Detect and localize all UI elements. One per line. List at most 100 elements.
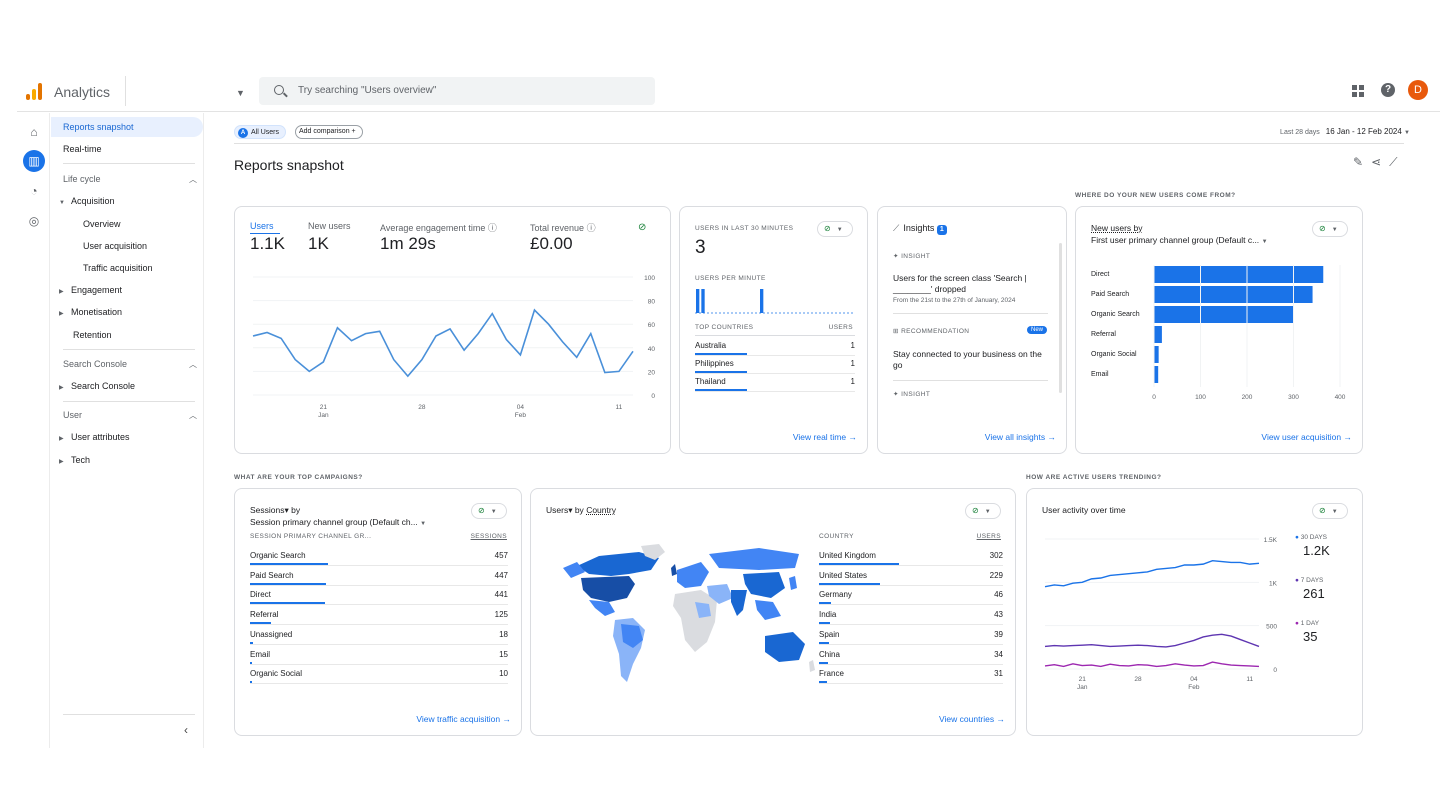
- metric-revenue-label[interactable]: Total revenue ⓘ: [530, 221, 596, 234]
- nav-engagement[interactable]: ▶ Engagement: [59, 285, 122, 295]
- help-icon[interactable]: ?: [1381, 83, 1395, 97]
- x-tick-label: 0: [1152, 394, 1156, 401]
- search-bar[interactable]: Try searching "Users overview": [259, 77, 655, 105]
- campaigns-card: Sessions▾ by Session primary channel gro…: [234, 488, 522, 736]
- account-selector[interactable]: [125, 76, 235, 106]
- country-row[interactable]: United States 229: [819, 571, 1003, 580]
- avatar[interactable]: D: [1408, 80, 1428, 100]
- view-countries-text: View countries: [939, 714, 995, 724]
- nav-traffic-acquisition[interactable]: Traffic acquisition: [83, 263, 153, 273]
- share-icon[interactable]: ⋖: [1371, 155, 1389, 169]
- country-title[interactable]: Users▾ by Country: [546, 505, 616, 516]
- section-heading-active-users: HOW ARE ACTIVE USERS TRENDING?: [1026, 474, 1162, 481]
- explore-icon[interactable]: ◔: [23, 180, 45, 202]
- nav-retention[interactable]: Retention: [73, 330, 112, 340]
- check-circle-icon[interactable]: ⊘: [638, 222, 646, 233]
- country-row[interactable]: Spain 39: [819, 630, 1003, 639]
- campaign-row[interactable]: Unassigned 18: [250, 630, 508, 639]
- new-users-dimension[interactable]: First user primary channel group (Defaul…: [1091, 235, 1268, 245]
- apps-grid-icon[interactable]: [1352, 85, 1364, 97]
- bar-category-label: Email: [1091, 371, 1109, 378]
- country-row[interactable]: United Kingdom 302: [819, 551, 1003, 560]
- target-icon[interactable]: ◎: [23, 210, 45, 232]
- campaign-row[interactable]: Organic Social 10: [250, 669, 508, 678]
- chevron-up-icon[interactable]: ︿: [189, 410, 197, 421]
- nav-monetisation[interactable]: ▶ Monetisation: [59, 307, 122, 317]
- nav-section-lifecycle[interactable]: Life cycle: [63, 174, 101, 184]
- view-realtime-link[interactable]: View real time →: [793, 432, 857, 442]
- account-caret-icon[interactable]: ▼: [236, 88, 245, 98]
- home-icon[interactable]: ⌂: [23, 121, 45, 143]
- all-users-chip[interactable]: A All Users: [234, 125, 287, 139]
- view-all-insights-link[interactable]: View all insights →: [985, 432, 1056, 442]
- new-users-title[interactable]: New users by: [1091, 223, 1143, 233]
- view-countries-link[interactable]: View countries →: [939, 714, 1005, 724]
- nav-section-user[interactable]: User: [63, 410, 82, 420]
- edit-icon[interactable]: ✎: [1353, 155, 1371, 169]
- campaigns-dimension[interactable]: Session primary channel group (Default c…: [250, 517, 426, 527]
- country-row-label: United Kingdom: [819, 551, 876, 560]
- users-header: USERS: [828, 324, 853, 331]
- view-user-acquisition-link[interactable]: View user acquisition →: [1261, 432, 1352, 442]
- scrollbar[interactable]: [1059, 243, 1062, 393]
- country-row-value: 34: [994, 649, 1003, 659]
- chevron-up-icon[interactable]: ︿: [189, 359, 197, 370]
- bar-chart-icon[interactable]: ▥: [23, 150, 45, 172]
- campaign-row[interactable]: Paid Search 447: [250, 571, 508, 580]
- user-activity-card: User activity over time ⊘ ▼ 0 500 1K 1.5K 21 J…: [1026, 488, 1363, 736]
- recommendation-text[interactable]: Stay connected to your business on the g…: [893, 349, 1051, 371]
- realtime-country-row[interactable]: Philippines 1: [695, 359, 855, 368]
- compare-button[interactable]: ⊘ ▼: [1312, 503, 1348, 519]
- bar-category-label: Direct: [1091, 271, 1109, 278]
- country-row[interactable]: France 31: [819, 669, 1003, 678]
- metric-users-label[interactable]: Users: [250, 221, 274, 231]
- country-row[interactable]: Germany 46: [819, 590, 1003, 599]
- nav-realtime[interactable]: Real-time: [63, 144, 102, 154]
- campaign-row[interactable]: Direct 441: [250, 590, 508, 599]
- sessions-col-header[interactable]: SESSIONS: [471, 533, 507, 540]
- compare-button[interactable]: ⊘ ▼: [471, 503, 507, 519]
- world-map: [563, 544, 815, 682]
- country-row-value: 31: [994, 669, 1003, 679]
- campaigns-title[interactable]: Sessions▾ by: [250, 505, 300, 516]
- realtime-country-row[interactable]: Thailand 1: [695, 377, 855, 386]
- add-comparison-button[interactable]: Add comparison +: [295, 125, 363, 139]
- nav-user-attributes[interactable]: ▶ User attributes: [59, 432, 130, 442]
- country-row[interactable]: India 43: [819, 610, 1003, 619]
- campaign-row[interactable]: Email 15: [250, 650, 508, 659]
- campaign-row-label: Organic Search: [250, 551, 306, 560]
- metric-engagement-label[interactable]: Average engagement time ⓘ: [380, 221, 497, 234]
- legend-label: ● 30 DAYS: [1295, 534, 1328, 541]
- chevron-up-icon[interactable]: ︿: [189, 174, 197, 185]
- realtime-country-row[interactable]: Australia 1: [695, 341, 855, 350]
- add-comparison-label: Add comparison: [299, 128, 350, 135]
- metric-new-users-label[interactable]: New users: [308, 221, 351, 231]
- row-divider: [695, 391, 855, 392]
- compare-button[interactable]: ⊘ ▼: [1312, 221, 1348, 237]
- campaigns-table: Organic Search 457 Paid Search 447 Direct 441…: [250, 551, 508, 691]
- nav-overview[interactable]: Overview: [83, 219, 121, 229]
- collapse-nav-icon[interactable]: ‹: [184, 723, 188, 737]
- top-countries-header: TOP COUNTRIES: [695, 324, 754, 331]
- view-traffic-acquisition-link[interactable]: View traffic acquisition →: [416, 714, 511, 724]
- caret-down-icon: ▼: [984, 509, 991, 515]
- nav-tech[interactable]: ▶ Tech: [59, 455, 90, 465]
- compare-button[interactable]: ⊘ ▼: [965, 503, 1001, 519]
- nav-search-console[interactable]: ▶ Search Console: [59, 381, 135, 391]
- campaign-row-value: 441: [494, 590, 508, 600]
- insights-icon[interactable]: ⟋: [1389, 155, 1405, 169]
- realtime-country-row-value: 1: [850, 377, 855, 386]
- country-users-col-header[interactable]: USERS: [977, 533, 1001, 540]
- insight-text[interactable]: Users for the screen class 'Search | ___…: [893, 273, 1048, 295]
- nav-user-acquisition[interactable]: User acquisition: [83, 241, 147, 251]
- map-africa: [673, 590, 717, 652]
- campaign-row[interactable]: Organic Search 457: [250, 551, 508, 560]
- date-range-picker[interactable]: Last 28 days 16 Jan - 12 Feb 2024 ▼: [1280, 127, 1410, 136]
- nav-section-search-console[interactable]: Search Console: [63, 359, 127, 369]
- caret-down-icon: ▼: [420, 521, 427, 527]
- campaign-row[interactable]: Referral 125: [250, 610, 508, 619]
- country-row[interactable]: China 34: [819, 650, 1003, 659]
- compare-button[interactable]: ⊘ ▼: [817, 221, 853, 237]
- nav-reports-snapshot[interactable]: Reports snapshot: [51, 117, 203, 137]
- nav-acquisition[interactable]: ▼ Acquisition: [59, 196, 115, 206]
